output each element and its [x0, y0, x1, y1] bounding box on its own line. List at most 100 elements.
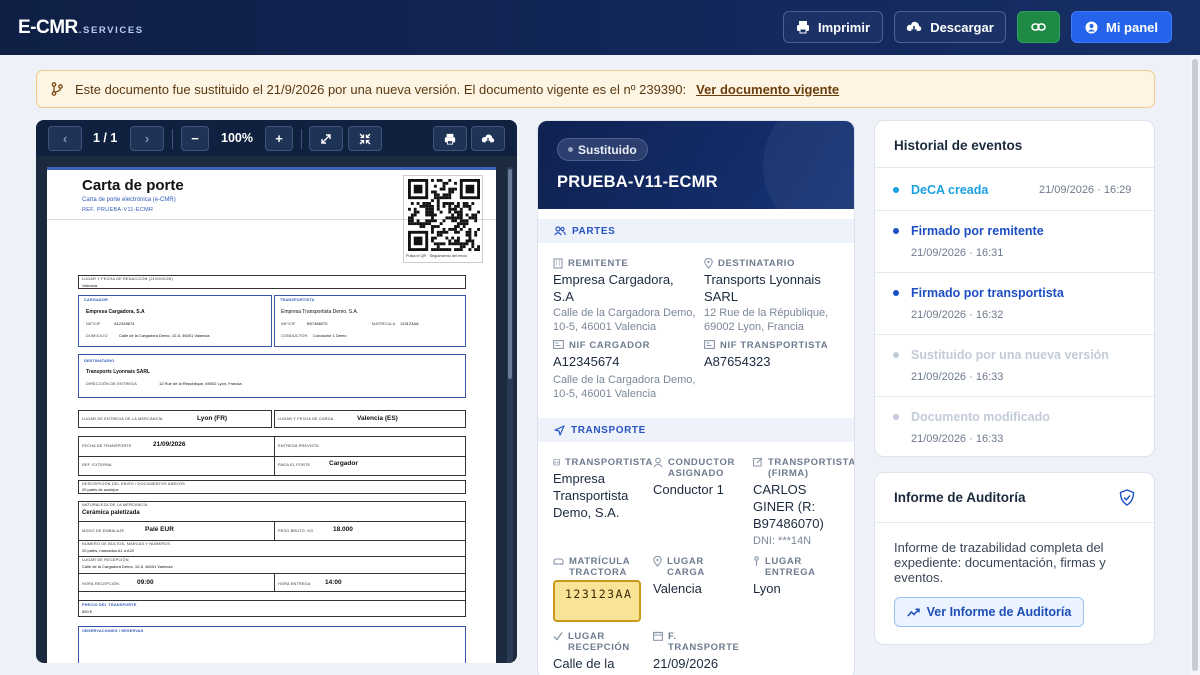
- transport-title: TRANSPORTE: [571, 424, 646, 436]
- event-title: Firmado por remitente: [911, 224, 1044, 238]
- goods-box: NATURALEZA DE LA MERCANCÍA Cerámica pale…: [78, 501, 466, 601]
- history-event[interactable]: Firmado por remitente 21/09/2026 · 16:31: [875, 210, 1154, 272]
- transport-date: 21/09/2026: [153, 441, 186, 448]
- expected-delivery-label: ENTREGA PREVISTA: [278, 444, 319, 448]
- shield-check-icon: [1119, 489, 1135, 506]
- calendar-icon: [653, 631, 663, 641]
- delivery-place-box: LUGAR DE ENTREGA DE LA MERCANCÍA Lyon (F…: [78, 410, 272, 428]
- sender-address: Calle de la Cargadora Demo, 10-5, 46001 …: [553, 307, 696, 333]
- qr-code[interactable]: Pulsa el QR · Seguimiento del envío: [403, 175, 483, 263]
- banner-message: Este documento fue sustituido el 21/9/20…: [75, 81, 687, 97]
- viewer-toolbar: ‹ 1 / 1 › − 100% +: [36, 120, 517, 156]
- expand-button[interactable]: [309, 126, 343, 151]
- loading-label-row: LUGAR CARGA: [653, 556, 743, 578]
- viewer-scrollbar-thumb[interactable]: [508, 169, 512, 379]
- history-event[interactable]: Sustituido por una nueva versión 21/09/2…: [875, 334, 1154, 396]
- print-button[interactable]: Imprimir: [783, 11, 883, 43]
- sender-label: REMITENTE: [568, 258, 629, 269]
- audit-description: Informe de trazabilidad completa del exp…: [894, 540, 1106, 585]
- status-badge: Sustituido: [557, 138, 648, 161]
- place-date-box: LUGAR Y FECHA DE REDACCIÓN (21/09/2026) …: [78, 275, 466, 289]
- event-time: 21/09/2026 · 16:33: [911, 433, 1004, 445]
- pin-icon: [754, 556, 759, 566]
- reception-place-label: LUGAR DE RECEPCIÓN: [82, 558, 129, 562]
- doc-subtitle: Carta de porte electrónica (e-CMR): [82, 197, 176, 203]
- current-document-link[interactable]: Ver documento vigente: [696, 82, 839, 97]
- id-card-icon: [553, 340, 564, 349]
- viewer-print-button[interactable]: [433, 126, 467, 151]
- goods-divider: [79, 573, 465, 574]
- reception-time: 09:00: [137, 579, 154, 586]
- shipper-box: CARGADOR Empresa Cargadora, S.A NIF/CIF …: [78, 295, 272, 347]
- logo-sub: .SERVICES: [78, 25, 144, 36]
- check-icon: [553, 632, 563, 641]
- collapse-icon: [359, 133, 371, 144]
- history-event[interactable]: Firmado por transportista 21/09/2026 · 1…: [875, 272, 1154, 334]
- download-button[interactable]: Descargar: [894, 11, 1006, 43]
- carrier-label-row: TRANSPORTISTA: [553, 457, 653, 468]
- parties-section-header: PARTES: [538, 219, 854, 243]
- zoom-out-button[interactable]: −: [181, 126, 209, 151]
- viewer-scrollbar[interactable]: [507, 167, 513, 663]
- freight-payer-label: PAGA EL PORTE: [278, 463, 311, 467]
- event-dot: [893, 414, 899, 420]
- panel-button[interactable]: Mi panel: [1071, 11, 1172, 43]
- shipper-nif-label-row: NIF CARGADOR: [553, 340, 650, 351]
- transport-date-label: FECHA DE TRANSPORTE: [82, 444, 132, 448]
- driver-label: CONDUCTOR ASIGNADO: [668, 457, 735, 479]
- consignee-label: DESTINATARIO: [84, 359, 115, 363]
- description: 20 palés de azulejos: [82, 487, 119, 492]
- next-page-button[interactable]: ›: [130, 126, 164, 151]
- consignee-name: Transports Lyonnais SARL: [86, 369, 150, 375]
- history-event[interactable]: Documento modificado 21/09/2026 · 16:33: [875, 396, 1154, 456]
- summary-card: Sustituido PRUEBA-V11-ECMR PARTES REMITE…: [537, 120, 855, 675]
- audit-card: Informe de Auditoría Informe de trazabil…: [874, 472, 1155, 645]
- transport-date-label-row: F. TRANSPORTE: [653, 631, 743, 653]
- event-time: 21/09/2026 · 16:29: [1039, 184, 1132, 196]
- logo[interactable]: E-CMR .SERVICES: [18, 17, 144, 39]
- reception-time-label: HORA RECEPCIÓN: [82, 582, 120, 586]
- link-icon: [1031, 23, 1046, 31]
- history-event[interactable]: DeCA creada 21/09/2026 · 16:29: [875, 167, 1154, 210]
- zoom-in-button[interactable]: +: [265, 126, 293, 151]
- event-time: 21/09/2026 · 16:33: [911, 371, 1004, 383]
- id-card-icon: [704, 340, 715, 349]
- goods-nature: Cerámica paletizada: [82, 510, 140, 516]
- cloud-download-icon: [906, 21, 922, 34]
- goods-divider: [79, 540, 465, 541]
- edit-icon: [753, 457, 763, 467]
- event-dot: [893, 352, 899, 358]
- sender-label-row: REMITENTE: [553, 258, 628, 269]
- fit-page-button[interactable]: [348, 126, 382, 151]
- user-icon: [1085, 21, 1098, 33]
- copy-link-button[interactable]: [1017, 11, 1060, 43]
- prev-page-button[interactable]: ‹: [48, 126, 82, 151]
- reception-place: Calle de la: [553, 656, 615, 671]
- shipper-nif-address: Calle de la Cargadora Demo, 10-5, 46001 …: [553, 374, 696, 400]
- viewer-download-button[interactable]: [471, 126, 505, 151]
- consignee-label-row: DESTINATARIO: [704, 258, 795, 269]
- carrier-plate-label: MATRÍCULA: [372, 322, 396, 326]
- signature-name: CARLOS GINER (R: B97486070): [753, 482, 824, 531]
- map-pin-icon: [653, 556, 662, 567]
- page-scrollbar[interactable]: [1190, 55, 1200, 675]
- packaging-label: MODO DE EMBALAJE: [82, 529, 125, 533]
- shipper-name: Empresa Cargadora, S.A: [86, 309, 145, 315]
- printer-icon: [796, 21, 809, 34]
- loading-place: Valencia (ES): [357, 415, 398, 422]
- carrier-nif-label: NIF/CIF: [281, 322, 296, 326]
- consignee-name: Transports Lyonnais SARL: [704, 272, 821, 304]
- shipper-label: CARGADOR: [84, 298, 108, 302]
- signature-label-row: TRANSPORTISTA (FIRMA): [753, 457, 854, 479]
- view-audit-button[interactable]: Ver Informe de Auditoría: [894, 597, 1084, 627]
- scrollbar-thumb[interactable]: [1192, 59, 1198, 671]
- price-box: PRECIO DEL TRANSPORTE 650 €: [78, 600, 466, 617]
- loading-place-label: LUGAR Y FECHA DE CARGA: [278, 417, 334, 421]
- reception-label-row: LUGAR RECEPCIÓN: [553, 631, 648, 653]
- page-indicator: 1 / 1: [93, 131, 118, 145]
- goods-nature-label: NATURALEZA DE LA MERCANCÍA: [82, 503, 148, 507]
- navigation-icon: [554, 424, 565, 436]
- branch-icon: [51, 82, 63, 96]
- map-pin-icon: [704, 258, 713, 269]
- toolbar-divider: [301, 129, 302, 149]
